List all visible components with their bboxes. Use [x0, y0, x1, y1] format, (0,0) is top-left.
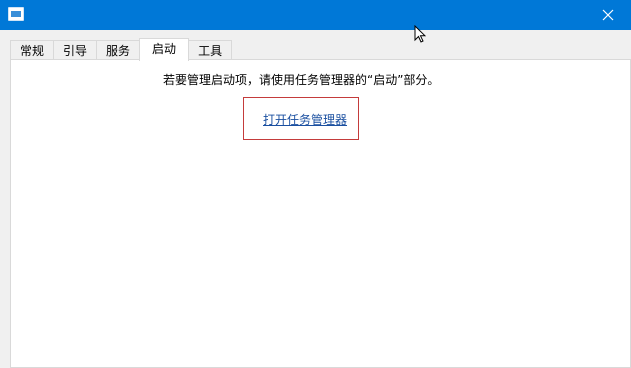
tab-boot[interactable]: 引导 — [53, 40, 98, 60]
tab-general[interactable]: 常规 — [10, 40, 55, 60]
tab-tools[interactable]: 工具 — [188, 40, 233, 60]
system-configuration-window: 常规 引导 服务 启动 工具 若要管理启动项，请使用任务管理器的“启动”部分。 … — [0, 0, 631, 368]
startup-message: 若要管理启动项，请使用任务管理器的“启动”部分。 — [163, 73, 440, 87]
open-task-manager-link[interactable]: 打开任务管理器 — [263, 111, 347, 128]
startup-tab-panel: 若要管理启动项，请使用任务管理器的“启动”部分。 打开任务管理器 — [10, 59, 631, 368]
title-bar[interactable] — [0, 0, 631, 30]
close-button[interactable] — [585, 0, 631, 30]
tab-startup[interactable]: 启动 — [139, 38, 190, 61]
tab-services[interactable]: 服务 — [96, 40, 141, 60]
close-icon — [602, 9, 614, 21]
system-config-icon — [8, 7, 24, 21]
tab-strip: 常规 引导 服务 启动 工具 — [10, 38, 233, 61]
mouse-cursor-icon — [414, 25, 426, 43]
